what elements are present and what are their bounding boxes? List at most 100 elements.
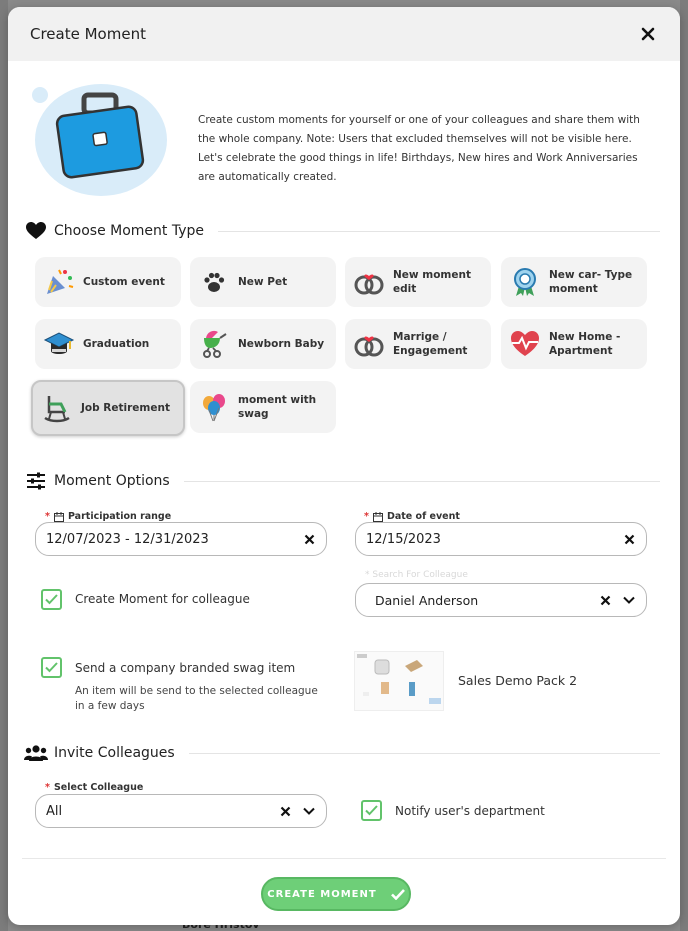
participation-range-input[interactable]: 12/07/2023 - 12/31/2023 [35,522,327,556]
section-title: Choose Moment Type [54,223,205,239]
select-colleague-dropdown-toggle[interactable] [302,804,316,818]
create-for-colleague-label: Create Moment for colleague [75,592,250,606]
moment-type-label: New moment edit [393,269,471,295]
intro-text: Create custom moments for yourself or on… [198,114,640,183]
close-icon [280,806,290,816]
send-swag-checkbox[interactable] [41,657,62,678]
moment-type-label: New car- Type moment [549,269,633,295]
rocking-chair-icon [44,396,70,423]
baby-stroller-icon [203,330,227,358]
date-of-event-label: * Date of event [360,511,464,522]
create-moment-modal: Create Moment Create custom moments for … [8,7,680,925]
footer-divider [22,858,666,859]
moment-type-new-car[interactable]: New car- Type moment [501,257,647,307]
rings-icon [354,336,384,357]
calendar-icon [372,511,383,522]
required-asterisk: * [45,511,50,522]
moment-type-newborn-baby[interactable]: Newborn Baby [190,319,336,369]
divider [188,752,660,754]
paw-icon [204,272,225,292]
moment-type-label: Job Retirement [81,402,170,414]
moment-type-new-moment-edit[interactable]: New moment edit [345,257,491,307]
heart-icon [24,221,48,241]
close-icon [641,27,655,41]
participation-range-label-text: Participation range [67,511,172,522]
required-asterisk: * [45,782,50,793]
section-choose-type: Choose Moment Type [24,217,660,245]
clear-date-button[interactable] [622,532,636,546]
chevron-down-icon [623,596,635,604]
notify-department-checkbox[interactable] [361,800,382,821]
briefcase-illustration-icon [32,84,167,196]
graduation-cap-icon [43,332,75,354]
divider [183,480,660,482]
checkmark-icon [390,888,405,900]
party-popper-icon [47,269,74,294]
section-invite-colleagues: Invite Colleagues [24,739,660,767]
section-moment-options: Moment Options [24,467,660,495]
colleague-dropdown-toggle[interactable] [622,593,636,607]
date-of-event-label-text: Date of event [386,511,460,522]
users-group-icon [24,743,48,763]
colleague-select-value: Daniel Anderson [375,592,479,608]
section-title: Moment Options [54,473,170,489]
moment-type-new-pet[interactable]: New Pet [190,257,336,307]
swag-item-thumbnail[interactable] [354,651,444,711]
calendar-icon [53,511,64,522]
sliders-icon [24,471,48,491]
balloons-icon [203,394,225,422]
participation-range-label: * Participation range [41,511,176,522]
moment-type-job-retirement[interactable]: Job Retirement [31,380,185,436]
checkmark-icon [45,594,58,605]
swag-pack-image-icon [357,654,441,704]
moment-type-label: Custom event [83,276,165,288]
date-of-event-value: 12/15/2023 [366,531,441,547]
moment-type-label: Graduation [83,338,150,350]
clear-colleague-button[interactable] [598,593,612,607]
modal-header: Create Moment [8,7,680,61]
clear-participation-button[interactable] [302,532,316,546]
moment-type-label: Marrige / Engagement [393,331,468,357]
intro-section: Create custom moments for yourself or on… [8,61,680,217]
select-colleague-value: All [46,803,63,819]
divider [218,230,660,232]
chevron-down-icon [303,807,315,815]
section-title: Invite Colleagues [54,745,175,761]
search-colleague-placeholder-text: Search For Colleague [372,570,468,580]
backdrop-right [680,0,688,931]
rings-icon [354,274,384,295]
clear-select-colleague-button[interactable] [278,804,292,818]
moment-type-custom-event[interactable]: Custom event [35,257,181,307]
award-ribbon-icon [514,268,536,296]
select-colleague-label-text: Select Colleague [53,782,144,793]
create-moment-button-label: CREATE MOMENT [267,888,377,900]
swag-item-name: Sales Demo Pack 2 [458,673,578,688]
close-icon [600,595,610,605]
moment-type-grid: Custom event New Pet New moment edit New… [8,257,680,453]
checkmark-icon [45,662,58,673]
moment-type-label: New Home - Apartment [549,331,621,357]
checkmark-icon [365,805,378,816]
moment-type-new-home[interactable]: New Home - Apartment [501,319,647,369]
moment-type-label: New Pet [238,276,288,288]
close-button[interactable] [638,24,658,44]
colleague-select[interactable]: Daniel Anderson [355,583,647,617]
backdrop-left [0,0,8,931]
create-for-colleague-checkbox[interactable] [41,589,62,610]
select-colleague-input[interactable]: All [35,794,327,828]
required-asterisk: * [364,511,369,522]
search-colleague-placeholder: * Search For Colleague [365,570,468,580]
modal-title: Create Moment [30,25,146,43]
moment-type-moment-with-swag[interactable]: moment with swag [190,381,336,433]
moment-type-graduation[interactable]: Graduation [35,319,181,369]
moment-type-label: Newborn Baby [238,338,325,350]
select-colleague-label: * Select Colleague [41,782,148,793]
moment-type-label: moment with swag [238,394,317,420]
notify-department-label: Notify user's department [395,804,545,818]
close-icon [624,534,634,544]
create-moment-button[interactable]: CREATE MOMENT [261,877,411,911]
close-icon [304,534,314,544]
send-swag-label: Send a company branded swag item [75,661,296,675]
moment-type-marriage-engagement[interactable]: Marrige / Engagement [345,319,491,369]
date-of-event-input[interactable]: 12/15/2023 [355,522,647,556]
